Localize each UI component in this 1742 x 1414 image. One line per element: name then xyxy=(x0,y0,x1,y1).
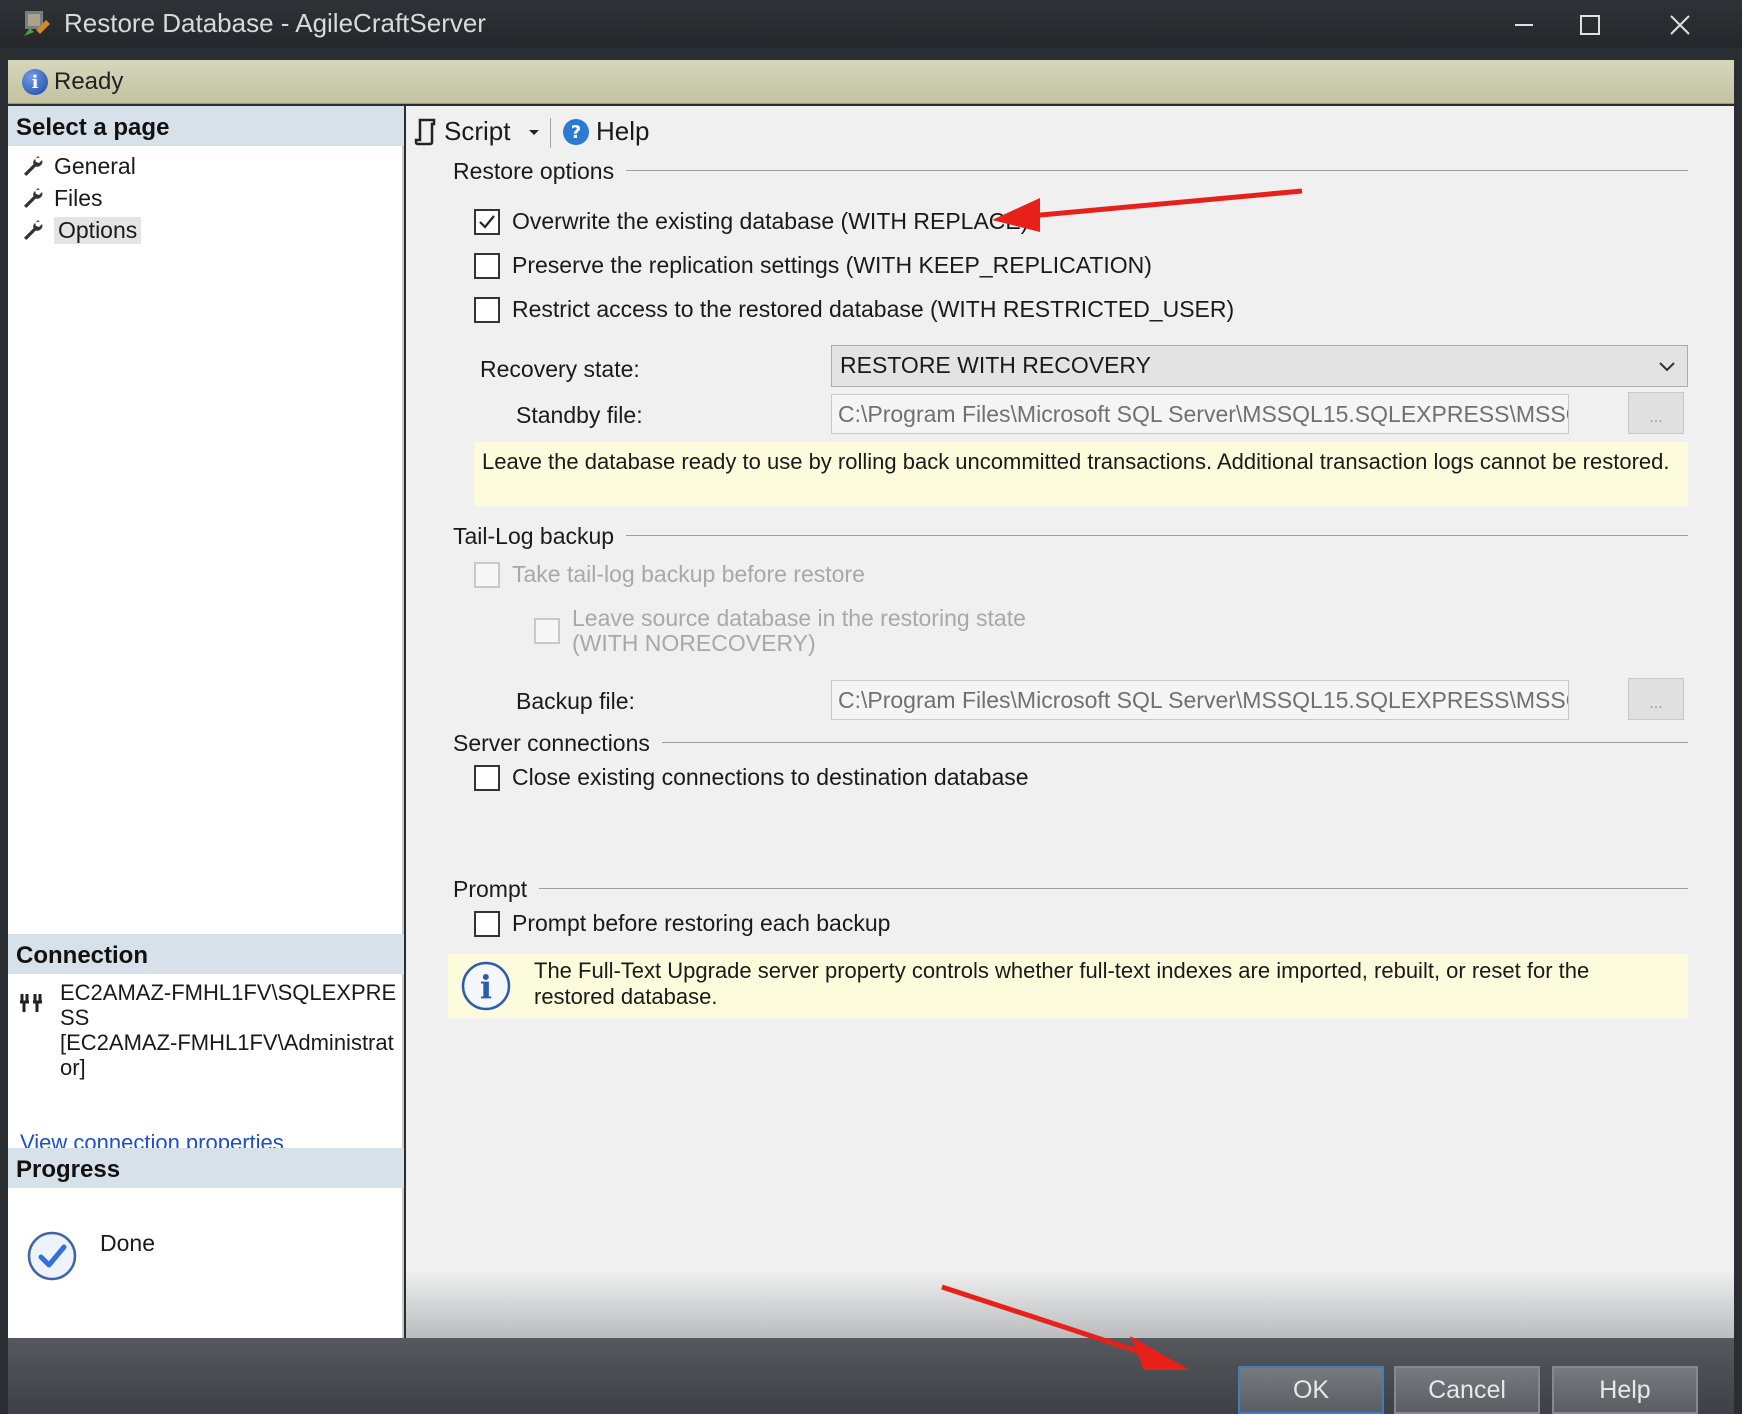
fulltext-info-panel: i The Full-Text Upgrade server property … xyxy=(448,954,1688,1018)
server-connection-icon xyxy=(20,994,42,1012)
connection-heading: Connection xyxy=(8,934,404,974)
minimize-icon xyxy=(1515,24,1533,26)
cancel-button[interactable]: Cancel xyxy=(1394,1366,1540,1414)
tail-log-divider xyxy=(456,535,1688,536)
leave-restoring-option[interactable]: Leave source database in the restoring s… xyxy=(534,606,1026,656)
toolbar-separator xyxy=(550,118,551,148)
close-icon xyxy=(1670,15,1690,35)
options-pane: Script ? Help Restore options Overwrite … xyxy=(406,106,1734,1338)
status-text: Ready xyxy=(54,68,124,95)
help-button[interactable]: Help xyxy=(1552,1366,1698,1414)
standby-file-input[interactable]: C:\Program Files\Microsoft SQL Server\MS… xyxy=(831,394,1569,434)
backup-file-label: Backup file: xyxy=(516,688,635,714)
script-label: Script xyxy=(444,116,511,146)
recovery-state-description: Leave the database ready to use by rolli… xyxy=(474,442,1688,506)
page-item-label: Options xyxy=(54,216,142,244)
recovery-state-value: RESTORE WITH RECOVERY xyxy=(840,352,1151,378)
svg-text:i: i xyxy=(480,968,492,1006)
standby-file-browse-button[interactable]: ... xyxy=(1628,392,1684,434)
page-item-files[interactable]: Files xyxy=(20,182,109,214)
page-item-general[interactable]: General xyxy=(20,150,142,182)
wrench-icon xyxy=(24,220,43,240)
recovery-state-label: Recovery state: xyxy=(480,356,640,382)
leave-restoring-label: Leave source database in the restoring s… xyxy=(572,605,1026,631)
server-connections-heading: Server connections xyxy=(453,730,662,757)
help-icon: ? xyxy=(563,118,589,145)
progress-status: Done xyxy=(100,1230,155,1256)
close-button[interactable] xyxy=(1640,4,1720,46)
prompt-before-label: Prompt before restoring each backup xyxy=(512,910,891,936)
chevron-down-icon xyxy=(1659,362,1675,372)
help-label: Help xyxy=(596,116,650,146)
close-connections-label: Close existing connections to destinatio… xyxy=(512,764,1029,790)
prompt-before-checkbox[interactable] xyxy=(474,910,500,937)
page-item-options[interactable]: Options xyxy=(20,214,147,246)
maximize-icon xyxy=(1580,15,1600,35)
restrict-access-label: Restrict access to the restored database… xyxy=(512,296,1235,322)
prompt-before-option[interactable]: Prompt before restoring each backup xyxy=(474,910,890,937)
info-icon: i xyxy=(22,69,48,95)
standby-file-label: Standby file: xyxy=(516,402,643,428)
restore-options-divider xyxy=(456,170,1688,171)
toolbar: Script ? Help xyxy=(406,106,1734,158)
window-title: Restore Database - AgileCraftServer xyxy=(64,8,486,38)
done-check-icon xyxy=(27,1231,77,1281)
info-icon: i xyxy=(461,961,511,1011)
overwrite-label: Overwrite the existing database (WITH RE… xyxy=(512,208,1029,234)
bottom-fade xyxy=(406,1270,1734,1338)
connection-line: [EC2AMAZ-FMHL1FV\Administrat xyxy=(60,1030,394,1055)
close-connections-option[interactable]: Close existing connections to destinatio… xyxy=(474,764,1029,791)
backup-file-input[interactable]: C:\Program Files\Microsoft SQL Server\MS… xyxy=(831,680,1569,720)
wrench-icon xyxy=(24,188,43,208)
overwrite-option[interactable]: Overwrite the existing database (WITH RE… xyxy=(474,208,1028,235)
wrench-icon xyxy=(24,156,43,176)
help-toolbar-button[interactable]: ? Help xyxy=(562,116,649,147)
title-bar: Restore Database - AgileCraftServer xyxy=(0,0,1742,48)
script-button[interactable]: Script xyxy=(414,116,542,147)
leave-restoring-label-suffix: (WITH NORECOVERY) xyxy=(572,630,816,656)
ok-button[interactable]: OK xyxy=(1238,1366,1384,1414)
backup-file-browse-button[interactable]: ... xyxy=(1628,678,1684,720)
status-bar: i Ready xyxy=(8,60,1734,104)
connection-info: EC2AMAZ-FMHL1FV\SQLEXPRE SS [EC2AMAZ-FMH… xyxy=(60,980,396,1080)
restrict-access-option[interactable]: Restrict access to the restored database… xyxy=(474,296,1234,323)
page-item-label: General xyxy=(54,152,136,179)
connection-line: SS xyxy=(60,1005,90,1030)
overwrite-checkbox[interactable] xyxy=(474,208,500,235)
close-connections-checkbox[interactable] xyxy=(474,764,500,791)
tail-log-heading: Tail-Log backup xyxy=(453,523,627,550)
preserve-replication-label: Preserve the replication settings (WITH … xyxy=(512,252,1152,278)
recovery-state-select[interactable]: RESTORE WITH RECOVERY xyxy=(831,345,1688,387)
svg-text:?: ? xyxy=(571,122,581,143)
take-tail-log-option[interactable]: Take tail-log backup before restore xyxy=(474,561,865,588)
maximize-button[interactable] xyxy=(1550,4,1630,46)
leave-restoring-checkbox[interactable] xyxy=(534,618,560,644)
connection-line: or] xyxy=(60,1055,86,1080)
prompt-heading: Prompt xyxy=(453,876,540,903)
take-tail-log-label: Take tail-log backup before restore xyxy=(512,561,865,587)
prompt-divider xyxy=(456,888,1688,889)
restore-options-heading: Restore options xyxy=(453,158,627,185)
select-page-heading: Select a page xyxy=(8,106,404,146)
left-pane: Select a page General Files Options Conn… xyxy=(8,106,404,1338)
page-item-label: Files xyxy=(54,184,103,211)
dropdown-arrow-icon xyxy=(529,129,540,135)
restrict-access-checkbox[interactable] xyxy=(474,296,500,323)
script-icon xyxy=(414,118,436,145)
leave-restoring-text: Leave source database in the restoring s… xyxy=(572,606,1026,656)
restore-database-icon xyxy=(24,11,50,36)
take-tail-log-checkbox[interactable] xyxy=(474,561,500,588)
preserve-replication-checkbox[interactable] xyxy=(474,252,500,279)
fulltext-info-text: The Full-Text Upgrade server property co… xyxy=(534,958,1590,1009)
connection-line: EC2AMAZ-FMHL1FV\SQLEXPRE xyxy=(60,980,397,1005)
progress-heading: Progress xyxy=(8,1148,404,1188)
checkmark-icon xyxy=(479,214,495,229)
preserve-replication-option[interactable]: Preserve the replication settings (WITH … xyxy=(474,252,1152,279)
